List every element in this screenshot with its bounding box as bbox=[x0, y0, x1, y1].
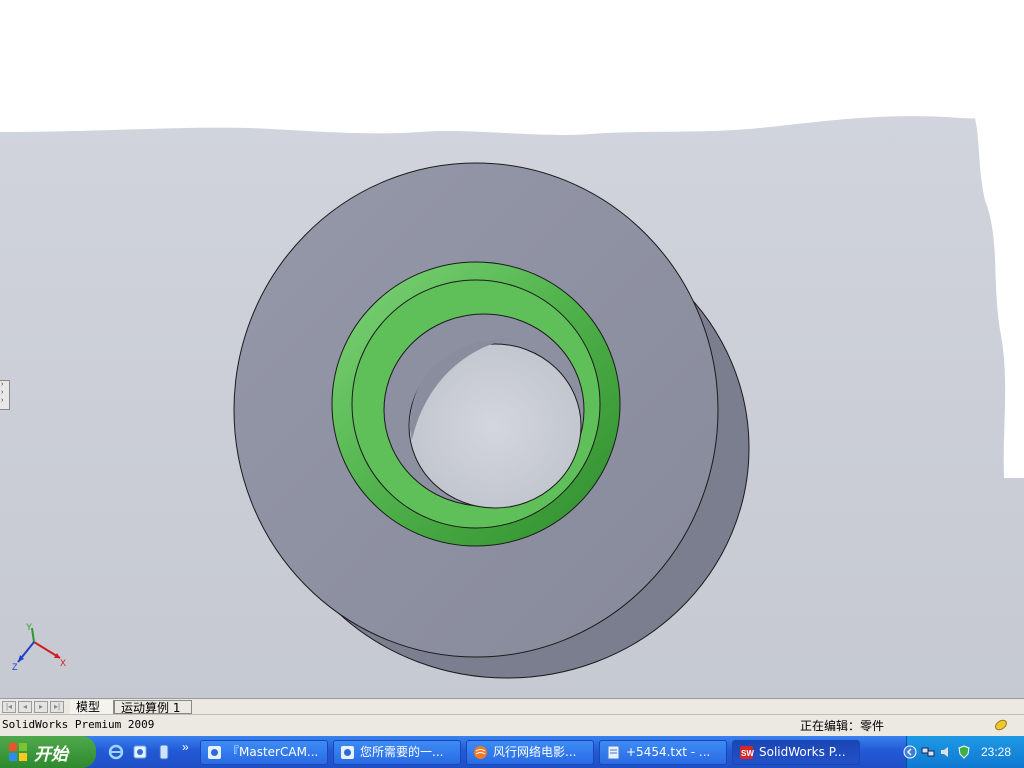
tab-motion-study[interactable]: 运动算例 1 bbox=[114, 700, 192, 715]
status-bar: SolidWorks Premium 2009 正在编辑：零件 bbox=[0, 714, 1024, 737]
ie-icon bbox=[341, 746, 354, 759]
ie-quicklaunch-icon[interactable] bbox=[108, 744, 124, 760]
task-web-page[interactable]: 您所需要的一... bbox=[333, 740, 461, 765]
task-funshion[interactable]: 风行网络电影... bbox=[466, 740, 594, 765]
solidworks-icon: SW bbox=[740, 746, 754, 759]
status-editing: 正在编辑：零件 bbox=[800, 719, 885, 733]
security-shield-icon[interactable] bbox=[957, 745, 971, 759]
first-tab-icon[interactable]: |◂ bbox=[2, 701, 16, 713]
tray-collapse-icon[interactable] bbox=[903, 745, 917, 759]
start-button[interactable]: 开始 bbox=[0, 736, 96, 768]
task-notepad[interactable]: +5454.txt - ... bbox=[599, 740, 727, 765]
prev-tab-icon[interactable]: ◂ bbox=[18, 701, 32, 713]
media-quicklaunch-icon[interactable] bbox=[156, 744, 172, 760]
svg-text:SW: SW bbox=[741, 749, 754, 758]
browser-quicklaunch-icon[interactable] bbox=[132, 744, 148, 760]
scribble-erase-right bbox=[975, 118, 1024, 478]
task-label: 风行网络电影... bbox=[493, 745, 577, 759]
bottom-tab-bar: |◂ ◂ ▸ ▸| 模型 运动算例 1 bbox=[0, 698, 1024, 715]
task-solidworks[interactable]: SW SolidWorks P... bbox=[732, 740, 860, 765]
last-tab-icon[interactable]: ▸| bbox=[50, 701, 64, 713]
windows-taskbar: 开始 » 『MasterCAM... 您所需要的一... 风行网络电影... +… bbox=[0, 736, 1024, 768]
task-mastercam[interactable]: 『MasterCAM... bbox=[200, 740, 328, 765]
graphics-area[interactable]: › › › X Y Z bbox=[0, 0, 1024, 698]
notepad-icon bbox=[607, 745, 620, 760]
task-label: 『MasterCAM... bbox=[227, 745, 319, 759]
media-icon bbox=[474, 746, 487, 759]
ie-icon bbox=[208, 746, 221, 759]
windows-logo-icon bbox=[9, 743, 27, 761]
volume-icon[interactable] bbox=[939, 745, 953, 759]
graphics-svg bbox=[0, 0, 1024, 679]
network-icon[interactable] bbox=[921, 745, 935, 759]
triad-x-label: X bbox=[60, 658, 66, 668]
triad-y-label: Y bbox=[26, 622, 32, 632]
scribble-erase-top bbox=[0, 0, 1024, 135]
status-app-name: SolidWorks Premium 2009 bbox=[2, 718, 155, 731]
tab-model[interactable]: 模型 bbox=[70, 700, 114, 714]
reference-triad: X Y Z bbox=[12, 622, 66, 672]
task-label: +5454.txt - ... bbox=[626, 745, 711, 759]
quick-tip-icon[interactable] bbox=[994, 718, 1008, 732]
quicklaunch-more[interactable]: » bbox=[182, 740, 189, 754]
feature-manager-expand-handle[interactable]: › › › bbox=[0, 380, 10, 410]
next-tab-icon[interactable]: ▸ bbox=[34, 701, 48, 713]
task-label: 您所需要的一... bbox=[360, 745, 444, 759]
system-tray: 23:28 bbox=[903, 736, 1024, 768]
clock[interactable]: 23:28 bbox=[981, 745, 1011, 759]
triad-z-label: Z bbox=[12, 662, 18, 672]
start-label: 开始 bbox=[34, 745, 68, 765]
task-label: SolidWorks P... bbox=[759, 745, 846, 759]
